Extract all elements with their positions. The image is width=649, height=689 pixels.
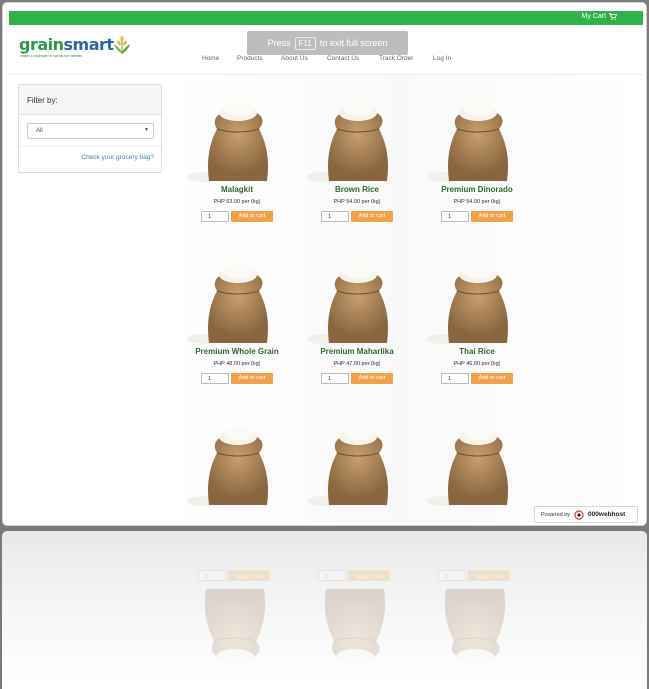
reflected-product: 1 Add to cart xyxy=(299,570,409,679)
product-card xyxy=(422,415,532,507)
product-card: Malagkit PHP 63.00 per (kg) 1 Add to car… xyxy=(182,91,292,222)
quantity-input[interactable]: 1 xyxy=(321,211,349,222)
cart-label: My Cart xyxy=(581,13,607,20)
filter-dropdown-value: All xyxy=(36,128,43,134)
quantity-input[interactable]: 1 xyxy=(441,373,469,384)
rice-sack-image xyxy=(427,426,508,506)
product-card: Brown Rice PHP 54.00 per (kg) 1 Add to c… xyxy=(302,91,412,222)
add-to-cart-button[interactable]: Add to cart xyxy=(351,211,393,222)
add-to-cart-button[interactable]: Add to cart xyxy=(231,373,273,384)
product-card xyxy=(182,415,292,507)
powered-by-badge[interactable]: Powered by 000webhost xyxy=(534,506,638,523)
product-price: PHP 54.00 per (kg) xyxy=(453,199,501,205)
fullscreen-notice: Press F11 to exit full screen xyxy=(247,31,408,55)
sidebar-divider xyxy=(19,146,161,147)
rice-sack-image xyxy=(187,102,268,182)
reflected-quantity: 1 xyxy=(318,570,346,581)
filter-sidebar: Filter by: All ▼ Check your grocery bag? xyxy=(18,84,162,173)
product-actions: 1 Add to cart xyxy=(422,211,532,222)
nav-products[interactable]: Products xyxy=(237,55,263,62)
webhost-logo-icon xyxy=(574,509,584,520)
rice-sack-image xyxy=(184,588,265,668)
filter-dropdown[interactable]: All ▼ xyxy=(27,123,154,139)
product-price: PHP 46.00 per (kg) xyxy=(453,361,501,367)
rice-sack-image xyxy=(304,588,385,668)
reflected-product: 1 Add to cart xyxy=(419,570,529,679)
powered-by-label: Powered by xyxy=(541,511,571,518)
nav-contact-us[interactable]: Contact Us xyxy=(327,55,359,62)
reflected-quantity: 1 xyxy=(438,570,466,581)
product-card: Premium Maharlika PHP 47.00 per (kg) 1 A… xyxy=(302,253,412,384)
rice-sack-image xyxy=(307,102,388,182)
product-card: Premium Dinorado PHP 54.00 per (kg) 1 Ad… xyxy=(422,91,532,222)
product-price: PHP 48.00 per (kg) xyxy=(213,361,261,367)
check-grocery-bag-link[interactable]: Check your grocery bag? xyxy=(81,154,154,161)
reflected-actions: 1 Add to cart xyxy=(419,570,529,581)
fullscreen-notice-suffix: to exit full screen xyxy=(319,38,388,48)
quantity-input[interactable]: 1 xyxy=(201,373,229,384)
reflected-product: 1 Add to cart xyxy=(179,570,289,679)
reflected-actions: 1 Add to cart xyxy=(179,570,289,581)
nav-track-order[interactable]: Track Order xyxy=(379,55,413,62)
rice-sack-image xyxy=(187,264,268,344)
reflected-quantity: 1 xyxy=(198,570,226,581)
rice-sack-image xyxy=(424,588,505,668)
reflected-add-button: Add to cart xyxy=(228,570,270,581)
product-name[interactable]: Thai Rice xyxy=(422,347,532,356)
product-actions: 1 Add to cart xyxy=(182,211,292,222)
add-to-cart-button[interactable]: Add to cart xyxy=(351,373,393,384)
nav-log-in[interactable]: Log In xyxy=(433,55,451,62)
add-to-cart-button[interactable]: Add to cart xyxy=(471,373,513,384)
logo-wordmark: grainsmart xyxy=(19,35,114,54)
product-name[interactable]: Premium Dinorado xyxy=(422,185,532,194)
product-actions: 1 Add to cart xyxy=(302,211,412,222)
caret-down-icon: ▼ xyxy=(144,127,149,133)
product-card xyxy=(302,415,412,507)
logo-tagline: retailer & wholesaler of special rice va… xyxy=(20,54,83,58)
product-price: PHP 63.00 per (kg) xyxy=(213,199,261,205)
quantity-input[interactable]: 1 xyxy=(441,211,469,222)
rice-sack-image xyxy=(307,426,388,506)
fullscreen-notice-prefix: Press xyxy=(267,38,291,48)
powered-by-brand: 000webhost xyxy=(588,511,626,518)
reflected-add-button: Add to cart xyxy=(348,570,390,581)
product-name[interactable]: Brown Rice xyxy=(302,185,412,194)
cart-icon xyxy=(609,13,617,20)
site-logo[interactable]: grainsmart retailer & wholesaler of spec… xyxy=(19,35,134,59)
rice-sack-image xyxy=(427,264,508,344)
add-to-cart-button[interactable]: Add to cart xyxy=(471,211,513,222)
product-card: Premium Whole Grain PHP 48.00 per (kg) 1… xyxy=(182,253,292,384)
f11-key: F11 xyxy=(294,36,316,50)
browser-window: My Cart grainsmart retailer & wholesaler… xyxy=(2,2,647,526)
reflected-actions: 1 Add to cart xyxy=(299,570,409,581)
product-price: PHP 47.00 per (kg) xyxy=(333,361,381,367)
grain-leaf-icon xyxy=(114,36,130,54)
reflection-content: 1 Add to cart 1 Add to cart 1 Add to car… xyxy=(2,531,647,689)
rice-sack-image xyxy=(187,426,268,506)
quantity-input[interactable]: 1 xyxy=(321,373,349,384)
product-name[interactable]: Premium Maharlika xyxy=(302,347,412,356)
my-cart-link[interactable]: My Cart xyxy=(581,13,617,20)
product-actions: 1 Add to cart xyxy=(422,373,532,384)
top-bar: My Cart xyxy=(9,11,643,25)
reflected-add-button: Add to cart xyxy=(468,570,510,581)
nav-about-us[interactable]: About Us xyxy=(281,55,308,62)
product-price: PHP 54.00 per (kg) xyxy=(333,199,381,205)
nav-home[interactable]: Home xyxy=(202,55,219,62)
product-actions: 1 Add to cart xyxy=(302,373,412,384)
window-reflection: 1 Add to cart 1 Add to cart 1 Add to car… xyxy=(2,531,647,689)
quantity-input[interactable]: 1 xyxy=(201,211,229,222)
product-actions: 1 Add to cart xyxy=(182,373,292,384)
rice-sack-image xyxy=(427,102,508,182)
filter-title: Filter by: xyxy=(19,85,161,115)
product-card: Thai Rice PHP 46.00 per (kg) 1 Add to ca… xyxy=(422,253,532,384)
rice-sack-image xyxy=(307,264,388,344)
product-name[interactable]: Malagkit xyxy=(182,185,292,194)
add-to-cart-button[interactable]: Add to cart xyxy=(231,211,273,222)
product-name[interactable]: Premium Whole Grain xyxy=(182,347,292,356)
